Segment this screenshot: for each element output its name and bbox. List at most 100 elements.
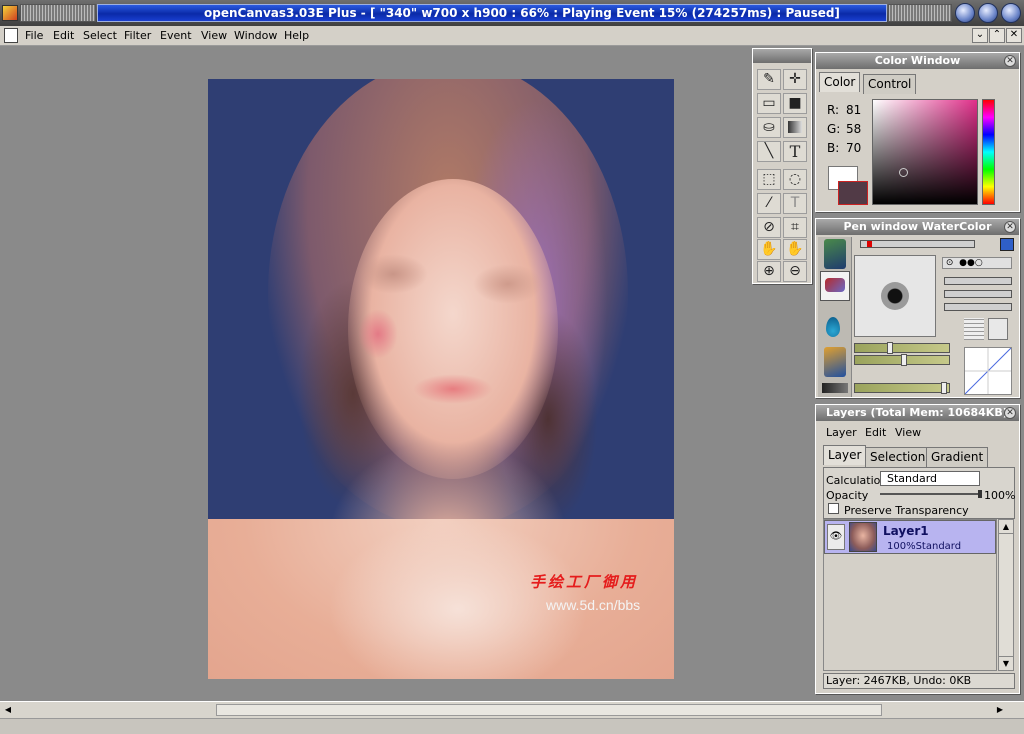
layers-window: Layers (Total Mem: 10684KB) ✕ Layer Edit… [815,404,1020,694]
menu-view[interactable]: View [201,29,227,42]
layer-list-scrollbar[interactable]: ▲ ▼ [998,519,1014,671]
close-icon[interactable]: ✕ [1004,55,1016,67]
zoom-out-icon[interactable]: ⊖ [783,261,807,282]
text-icon[interactable]: T [783,141,807,162]
eye-icon[interactable]: 👁 [827,524,845,550]
close-button[interactable] [1001,3,1021,23]
horizontal-scrollbar[interactable]: ◀ ▶ [0,701,1024,718]
pressure-size-slider[interactable] [854,342,950,354]
menu-event[interactable]: Event [160,29,192,42]
app-icon[interactable] [2,5,18,21]
painted-cheek [358,309,398,359]
tab-gradient[interactable]: Gradient [926,447,989,467]
blend-slider[interactable] [944,290,1012,298]
close-icon[interactable]: ✕ [1004,221,1016,233]
watermark-url: www.5d.cn/bbs [546,597,641,613]
picker-cursor-icon [899,168,908,177]
line-icon[interactable]: ╲ [757,141,781,162]
magic-wand-icon[interactable]: ⁄ [757,193,781,214]
curve-icon [964,347,1012,395]
rectangle-icon[interactable]: ▭ [757,93,781,114]
save-icon[interactable] [1000,238,1014,251]
pen-icon[interactable]: ✎ [757,69,781,90]
stabilizer-slider[interactable] [854,382,950,394]
eyedropper-icon[interactable]: ⊘ [757,217,781,238]
pressure-opacity-slider[interactable] [854,354,950,366]
layers-menu-view[interactable]: View [895,426,921,439]
painted-eye-right [473,264,543,304]
tab-layer[interactable]: Layer [823,445,867,465]
scroll-left-icon[interactable]: ◀ [2,704,14,716]
status-bar [0,718,1024,734]
mdi-restore-button[interactable]: ⌃ [989,28,1005,43]
fill-rect-icon[interactable]: ■ [783,93,807,114]
toolbox-title-bar[interactable] [753,49,811,63]
menu-filter[interactable]: Filter [124,29,151,42]
tab-color[interactable]: Color [819,72,861,92]
saturation-value-picker[interactable] [872,99,978,205]
brush-tip-icon [881,282,909,310]
watercolor-brush-icon[interactable] [820,271,850,301]
texture-icon[interactable] [964,318,984,340]
scroll-down-icon[interactable]: ▼ [999,656,1013,670]
close-icon[interactable]: ✕ [1004,407,1016,419]
rotate-hand-icon[interactable]: ✋ [783,239,807,260]
blue-label: B: [827,141,840,155]
layer-thumbnail [849,522,877,552]
menu-help[interactable]: Help [284,29,309,42]
airbrush-icon[interactable] [824,347,846,377]
color-window: Color Window ✕ Color Control R: 81 G: 58… [815,52,1020,212]
text-select-icon[interactable]: T [783,193,807,214]
gradient-icon[interactable] [783,117,807,138]
maximize-button[interactable] [978,3,998,23]
scroll-up-icon[interactable]: ▲ [999,520,1013,534]
crop-icon[interactable]: ⌗ [783,217,807,238]
move-icon[interactable]: ✛ [783,69,807,90]
pen-window-title-bar[interactable]: Pen window WaterColor ✕ [816,219,1019,235]
menu-select[interactable]: Select [83,29,117,42]
zoom-in-icon[interactable]: ⊕ [757,261,781,282]
painting-canvas[interactable]: 手绘工厂御用 www.5d.cn/bbs [208,79,674,679]
preserve-transparency-checkbox[interactable] [828,503,839,514]
menu-edit[interactable]: Edit [53,29,74,42]
mdi-close-button[interactable]: ✕ [1006,28,1022,43]
dilution-slider[interactable] [944,303,1012,311]
layer-properties: Calculation Standard Opacity 100% Preser… [823,467,1015,519]
hand-icon[interactable]: ✋ [757,239,781,260]
hue-slider[interactable] [982,99,995,205]
layers-menu-layer[interactable]: Layer [826,426,857,439]
opacity-slider[interactable] [880,490,982,498]
color-window-title-bar[interactable]: Color Window ✕ [816,53,1019,69]
calculation-select[interactable]: Standard [880,471,980,486]
minimize-button[interactable] [955,3,975,23]
pen-window-title: Pen window WaterColor [843,220,992,233]
mdi-minimize-button[interactable]: ⌄ [972,28,988,43]
calculation-label: Calculation [826,474,888,487]
color-window-title: Color Window [874,54,961,67]
marquee-icon[interactable]: ⬚ [757,169,781,190]
watermark-chinese: 手绘工厂御用 [530,573,639,591]
water-drop-icon[interactable] [826,317,840,337]
bucket-icon[interactable]: ⛀ [757,117,781,138]
brush-size-slider[interactable] [860,240,975,248]
list-item[interactable]: 👁 Layer1 100%Standard [824,520,996,554]
eraser-icon[interactable] [822,383,848,393]
layers-title-bar[interactable]: Layers (Total Mem: 10684KB) ✕ [816,405,1019,421]
paper-icon[interactable] [988,318,1008,340]
title-grip-left [20,4,96,22]
green-value: 58 [846,122,862,136]
tab-selection[interactable]: Selection [865,447,931,467]
scroll-thumb[interactable] [216,704,882,716]
brush-shape-selector[interactable]: ⊙ ●●○ [942,257,1012,269]
layers-menu-edit[interactable]: Edit [865,426,886,439]
pressure-curve-graph[interactable] [964,347,1012,395]
menu-file[interactable]: File [25,29,43,42]
lasso-icon[interactable]: ◌ [783,169,807,190]
density-slider[interactable] [944,277,1012,285]
tab-control[interactable]: Control [863,74,917,94]
foreground-color-swatch[interactable] [838,181,868,205]
pen-brush-icon[interactable] [824,239,846,269]
scroll-right-icon[interactable]: ▶ [994,704,1006,716]
menu-window[interactable]: Window [234,29,277,42]
document-icon[interactable] [4,28,18,43]
